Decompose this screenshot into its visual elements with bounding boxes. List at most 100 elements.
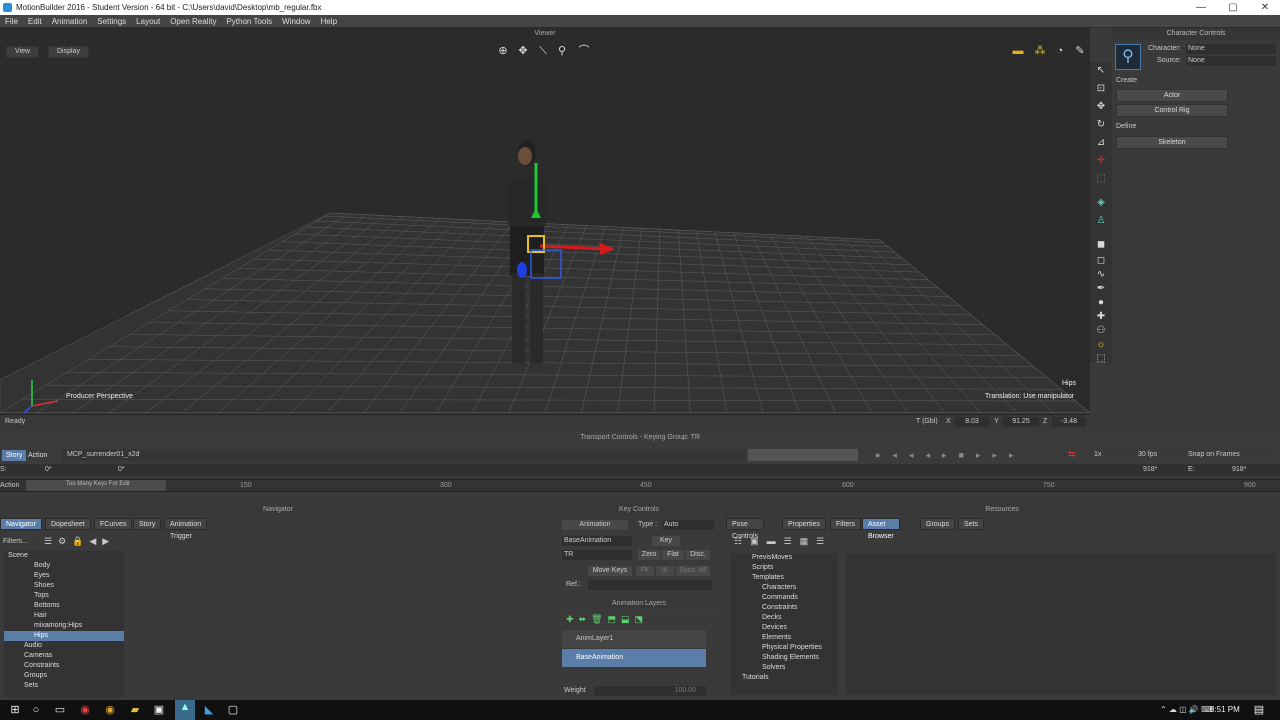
menu-open-reality[interactable]: Open Reality xyxy=(165,15,221,26)
tab-properties[interactable]: Properties xyxy=(782,518,826,530)
time-slider[interactable]: S: 0* 0* 918* E: 918* xyxy=(0,464,1280,476)
asset-physical-properties[interactable]: Physical Properties xyxy=(730,643,838,653)
minimize-button[interactable]: — xyxy=(1186,1,1216,14)
tab-asset-browser[interactable]: Asset Browser xyxy=(862,518,900,540)
asset-toolbar-icons[interactable]: ☷▣▬☰▦☰ xyxy=(734,536,832,547)
filters-dropdown[interactable]: Filters... xyxy=(3,538,28,545)
tab-sets[interactable]: Sets xyxy=(958,518,985,530)
marker-icon[interactable]: ⚇ xyxy=(1093,324,1109,338)
cube-icon[interactable]: ◼ xyxy=(1093,238,1109,252)
select-arrow-icon[interactable]: ↖ xyxy=(1093,64,1109,78)
wrench-icon[interactable]: ✎ xyxy=(1072,44,1088,58)
joint-icon[interactable]: ✚ xyxy=(1093,310,1109,324)
tree-hair[interactable]: Hair xyxy=(4,611,124,621)
system-tray-icons[interactable]: ⌃ ☁ ◫ 🔊 ⌨ xyxy=(1160,705,1213,714)
menu-python-tools[interactable]: Python Tools xyxy=(221,15,277,26)
x-field[interactable]: 8.03 xyxy=(955,417,989,427)
tab-navigator[interactable]: Navigator xyxy=(0,518,42,530)
take-selector[interactable]: MCP_surrender01_x2d xyxy=(62,449,746,461)
zero-button[interactable]: Zero xyxy=(638,550,660,560)
loop-bar[interactable] xyxy=(748,449,858,461)
asset-characters[interactable]: Characters xyxy=(730,583,838,593)
tree-hips[interactable]: Hips xyxy=(4,631,124,641)
transform-icon[interactable]: ✛ xyxy=(1093,154,1109,168)
tree-constraints[interactable]: Constraints xyxy=(4,661,124,671)
menu-settings[interactable]: Settings xyxy=(92,15,131,26)
fk-button[interactable]: FK xyxy=(636,566,654,576)
menu-help[interactable]: Help xyxy=(316,15,342,26)
menu-edit[interactable]: Edit xyxy=(23,15,47,26)
asset-previsMoves[interactable]: PrevisMoves xyxy=(730,553,838,563)
keying-group-dropdown[interactable]: TR xyxy=(562,550,632,560)
scale-icon[interactable]: ⊿ xyxy=(1093,136,1109,150)
anim-layer1-row[interactable]: AnimLayer1 xyxy=(562,630,706,648)
current-frame-field[interactable]: 0* xyxy=(118,466,125,473)
line-tool-icon[interactable]: ⟍ xyxy=(535,44,551,58)
display-menu-button[interactable]: Display xyxy=(48,46,89,58)
firefox-icon[interactable]: ◉ xyxy=(103,703,117,717)
search-icon[interactable]: ○ xyxy=(29,703,43,717)
asset-scripts[interactable]: Scripts xyxy=(730,563,838,573)
tab-story[interactable]: Story xyxy=(133,518,162,530)
move-keys-button[interactable]: Move Keys xyxy=(588,566,632,576)
maximize-button[interactable]: ▢ xyxy=(1218,1,1248,14)
tree-eyes[interactable]: Eyes xyxy=(4,571,124,581)
asset-constraints[interactable]: Constraints xyxy=(730,603,838,613)
y-field[interactable]: 91.25 xyxy=(1003,417,1039,427)
ref-field[interactable] xyxy=(588,580,712,590)
tree-sets[interactable]: Sets xyxy=(4,681,124,691)
motionbuilder-taskbar-icon[interactable]: ▲ xyxy=(175,700,195,720)
flat-button[interactable]: Flat xyxy=(662,550,684,560)
control-rig-button[interactable]: Control Rig xyxy=(1116,104,1228,117)
tree-scene[interactable]: Scene xyxy=(4,551,124,561)
weight-slider[interactable]: 100.00 xyxy=(594,686,706,696)
action-clip[interactable]: Too Many Keys For Edit xyxy=(26,480,166,491)
keying-icon[interactable]: ⬚ xyxy=(1093,172,1109,186)
filmstrip-icon[interactable]: ▬ xyxy=(1010,44,1026,58)
character-icon[interactable]: ♙ xyxy=(1093,214,1109,228)
task-view-icon[interactable]: ▭ xyxy=(53,703,67,717)
chrome-icon[interactable]: ◉ xyxy=(78,703,92,717)
menu-file[interactable]: File xyxy=(0,15,23,26)
disc-button[interactable]: Disc. xyxy=(686,550,710,560)
translate-tool-icon[interactable]: ✥ xyxy=(515,44,531,58)
light-icon[interactable]: ☼ xyxy=(1093,338,1109,352)
view-menu-button[interactable]: View xyxy=(6,46,40,58)
animation-mode-button[interactable]: Animation xyxy=(562,520,628,530)
menu-animation[interactable]: Animation xyxy=(47,15,93,26)
asset-elements[interactable]: Elements xyxy=(730,633,838,643)
snap-dropdown[interactable]: Snap on Frames xyxy=(1184,449,1276,461)
z-field[interactable]: -3.48 xyxy=(1052,417,1086,427)
end-field[interactable]: 918* xyxy=(1232,466,1246,473)
points-icon[interactable]: ⁂ xyxy=(1032,44,1048,58)
viewport-scene[interactable] xyxy=(0,58,1090,414)
start-field[interactable]: 0* xyxy=(45,466,52,473)
asset-tutorials[interactable]: Tutorials xyxy=(730,673,838,683)
tree-tops[interactable]: Tops xyxy=(4,591,124,601)
type-dropdown[interactable]: Auto xyxy=(662,520,714,530)
end-frame-field[interactable]: 918* xyxy=(1143,466,1157,473)
asset-templates[interactable]: Templates xyxy=(730,573,838,583)
action-track[interactable]: Action Too Many Keys For Edit 150 300 45… xyxy=(0,479,1280,492)
tab-filters[interactable]: Filters xyxy=(830,518,862,530)
story-tab[interactable]: Story xyxy=(2,450,27,461)
store-icon[interactable]: ▣ xyxy=(152,703,166,717)
global-icon[interactable]: ⊡ xyxy=(1093,82,1109,96)
app-icon-3[interactable]: ▢ xyxy=(226,703,240,717)
actor-button[interactable]: Actor xyxy=(1116,89,1228,102)
pen-icon[interactable]: ✒ xyxy=(1093,282,1109,296)
asset-commands[interactable]: Commands xyxy=(730,593,838,603)
pivot-icon[interactable]: ◈ xyxy=(1093,196,1109,210)
asset-view[interactable] xyxy=(846,553,1276,695)
navigator-toolbar-icons[interactable]: ☰⚙🔒◀▶ xyxy=(44,536,115,547)
skeleton-button[interactable]: Skeleton xyxy=(1116,136,1228,149)
asset-decks[interactable]: Decks xyxy=(730,613,838,623)
speed-dropdown[interactable]: 1x xyxy=(1090,449,1132,461)
base-animation-row[interactable]: BaseAnimation xyxy=(562,649,706,667)
character-field[interactable]: None xyxy=(1186,44,1276,54)
loop-icon[interactable]: ⇆ xyxy=(1068,449,1076,460)
sync-all-button[interactable]: Sync. All xyxy=(676,566,710,576)
tab-pose-controls[interactable]: Pose Controls xyxy=(726,518,765,540)
character-icon[interactable]: ⚲ xyxy=(1115,44,1141,70)
tree-body[interactable]: Body xyxy=(4,561,124,571)
